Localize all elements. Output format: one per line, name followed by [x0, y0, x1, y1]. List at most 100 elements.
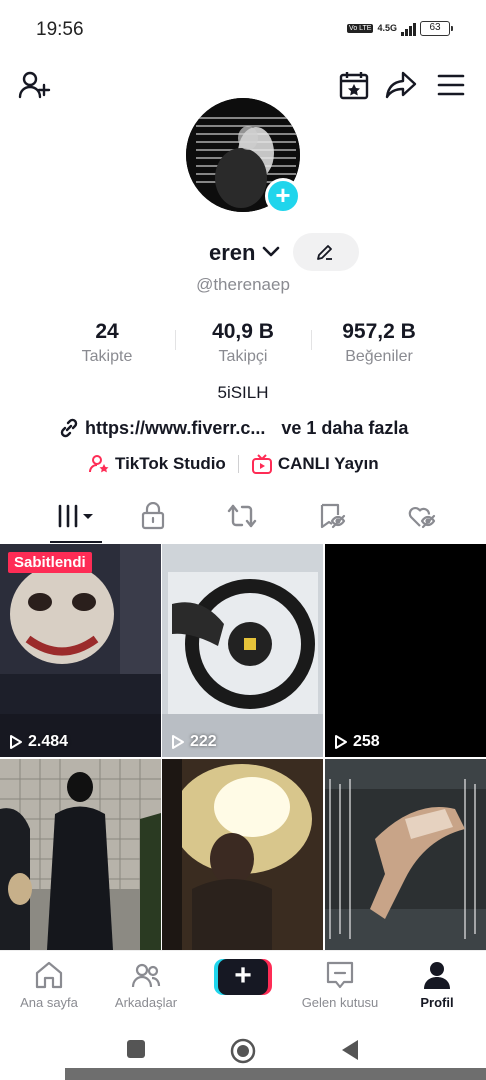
nav-inbox[interactable]: Gelen kutusu: [293, 959, 387, 1010]
video-preview: [0, 544, 161, 757]
stat-label: Takipçi: [218, 348, 268, 365]
friends-icon: [131, 963, 161, 988]
profile-name[interactable]: eren: [209, 240, 255, 266]
profile-links[interactable]: https://www.fiverr.c... ve 1 daha fazla: [58, 416, 408, 440]
status-time: 19:56: [36, 19, 84, 40]
stat-label: Takipte: [81, 348, 133, 365]
inbox-icon: [326, 961, 354, 989]
view-count: 2.484: [8, 733, 68, 751]
hamburger-menu-icon[interactable]: [434, 68, 468, 102]
view-count-value: 2.484: [28, 733, 69, 750]
play-icon: [10, 735, 22, 749]
nav-home[interactable]: Ana sayfa: [14, 959, 84, 1010]
stat-likes[interactable]: 957,2 B Beğeniler: [330, 320, 428, 366]
video-preview: [325, 544, 486, 757]
back-button[interactable]: [340, 1038, 362, 1067]
triangle-back-icon: [342, 1040, 358, 1060]
network-type: 4.5G: [377, 23, 397, 33]
video-thumbnail[interactable]: [325, 759, 486, 950]
video-thumbnail[interactable]: 222: [162, 544, 323, 757]
nav-label: Profil: [420, 995, 454, 1010]
tiktok-studio-link[interactable]: TikTok Studio: [88, 453, 226, 475]
divider: [237, 455, 239, 473]
view-count: 222: [170, 733, 217, 751]
video-preview: [0, 759, 161, 950]
live-tv-icon: [251, 454, 272, 474]
circle-icon: [230, 1038, 256, 1064]
share-arrow-icon[interactable]: [384, 68, 418, 102]
calendar-star-icon[interactable]: [337, 68, 371, 102]
signal-icon: [401, 22, 416, 36]
video-preview: [162, 544, 323, 757]
create-button[interactable]: +: [214, 959, 272, 995]
tab-reposts[interactable]: [222, 500, 262, 532]
studio-person-icon: [89, 455, 109, 473]
view-count-value: 222: [190, 733, 217, 750]
profile-handle: @therenaep: [196, 275, 290, 294]
status-indicators: Vo LTE 4.5G 63: [347, 21, 453, 36]
stat-following[interactable]: 24 Takipte: [66, 320, 148, 366]
stat-followers[interactable]: 40,9 B Takipçi: [196, 320, 290, 366]
tiktok-studio-label: TikTok Studio: [115, 454, 226, 473]
home-button[interactable]: [230, 1038, 256, 1069]
tab-private[interactable]: [133, 500, 173, 532]
favorites-hidden-icon: [320, 503, 346, 529]
video-thumbnail[interactable]: [162, 759, 323, 950]
stat-value: 957,2 B: [342, 320, 416, 343]
video-preview: [325, 759, 486, 950]
active-tab-indicator: [50, 541, 102, 543]
nav-label: Ana sayfa: [20, 995, 78, 1010]
view-count-value: 258: [353, 733, 380, 750]
tab-liked[interactable]: [402, 500, 442, 532]
lock-icon: [141, 502, 165, 530]
play-icon: [172, 735, 184, 749]
pencil-icon: [317, 245, 332, 260]
nav-label: Arkadaşlar: [114, 995, 178, 1010]
stat-value: 24: [95, 320, 119, 343]
play-icon: [335, 735, 347, 749]
home-icon: [35, 961, 63, 989]
live-label: CANLI Yayın: [277, 454, 379, 473]
divider: [175, 330, 176, 350]
profile-stats: 24 Takipte 40,9 B Takipçi 957,2 B Beğeni…: [0, 320, 486, 370]
stat-value: 40,9 B: [212, 320, 274, 343]
stat-label: Beğeniler: [345, 348, 413, 365]
person-add-icon[interactable]: [17, 68, 51, 102]
volte-badge: Vo LTE: [347, 24, 374, 33]
creator-tools-row: TikTok Studio CANLI Yayın: [88, 451, 379, 477]
nav-profile[interactable]: Profil: [407, 959, 467, 1010]
chevron-down-icon[interactable]: [262, 245, 280, 264]
battery-icon: 63: [420, 21, 453, 36]
nav-friends[interactable]: Arkadaşlar: [106, 959, 186, 1010]
profile-bio: 5iSILH: [217, 383, 269, 402]
videos-grid-icon: [58, 504, 93, 528]
divider: [311, 330, 312, 350]
content-tabs: [0, 495, 486, 543]
nav-label: Gelen kutusu: [301, 995, 379, 1010]
repost-icon: [227, 504, 257, 528]
tab-videos[interactable]: [50, 500, 102, 532]
video-preview: [162, 759, 323, 950]
bottom-nav: Ana sayfa Arkadaşlar + Gelen kutusu Prof…: [0, 950, 486, 1028]
profile-icon: [424, 962, 450, 989]
live-link[interactable]: CANLI Yayın: [251, 453, 379, 475]
more-links[interactable]: ve 1 daha fazla: [281, 418, 408, 439]
add-avatar-button[interactable]: +: [265, 178, 301, 214]
status-bar: 19:56 Vo LTE 4.5G 63: [0, 0, 486, 60]
video-thumbnail[interactable]: [0, 759, 161, 950]
pinned-badge: Sabitlendi: [8, 552, 92, 573]
view-count: 258: [333, 733, 380, 751]
liked-hidden-icon: [408, 506, 436, 529]
edit-profile-button[interactable]: [293, 233, 359, 271]
plus-icon: +: [218, 959, 268, 995]
gesture-bar: [65, 1068, 486, 1080]
profile-link[interactable]: https://www.fiverr.c...: [85, 418, 265, 439]
link-icon: [60, 418, 78, 438]
recent-apps-button[interactable]: [125, 1038, 147, 1065]
video-thumbnail[interactable]: Sabitlendi 2.484: [0, 544, 161, 757]
video-thumbnail[interactable]: 258: [325, 544, 486, 757]
tab-favorites[interactable]: [312, 500, 352, 532]
square-icon: [127, 1040, 145, 1058]
name-row: eren: [0, 233, 486, 273]
battery-level: 63: [429, 22, 441, 33]
